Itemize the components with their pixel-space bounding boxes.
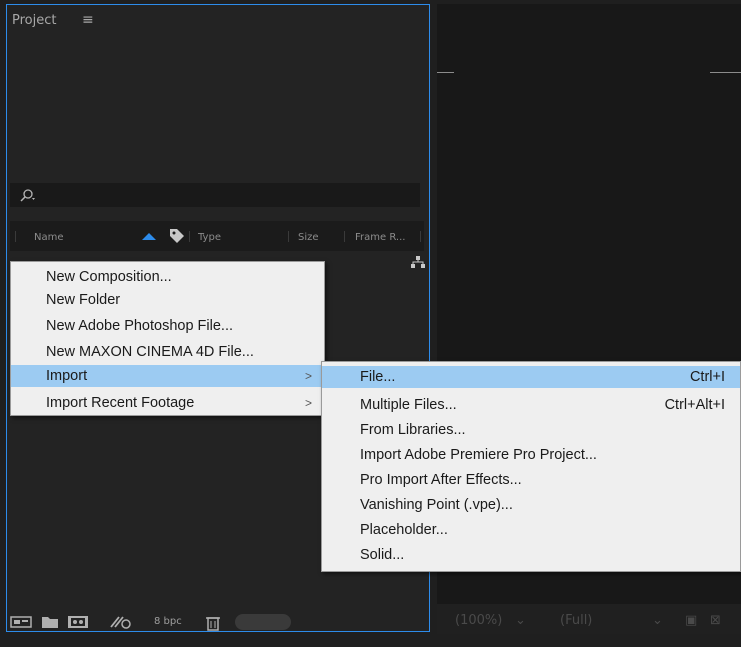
label-tag-icon[interactable] (169, 228, 185, 244)
menu-item-solid[interactable]: Solid... (322, 544, 740, 566)
menu-item-file[interactable]: File... Ctrl+I (322, 366, 740, 388)
menu-item-import-premiere-project[interactable]: Import Adobe Premiere Pro Project... (322, 444, 740, 466)
submenu-arrow-icon: > (304, 369, 312, 383)
shortcut-label: Ctrl+I (689, 369, 725, 385)
panel-title[interactable]: Project (12, 13, 56, 28)
transparency-grid-icon[interactable]: ⊠ (710, 613, 721, 628)
chevron-down-icon[interactable]: ⌄ (652, 613, 663, 628)
new-composition-icon[interactable] (67, 615, 89, 629)
render-progress (235, 614, 291, 630)
menu-item-new-folder[interactable]: New Folder (11, 289, 324, 311)
bit-depth-button[interactable]: 8 bpc (154, 616, 182, 627)
new-folder-icon[interactable] (41, 615, 59, 629)
column-header: Name Type Size Frame R... (10, 221, 424, 251)
menu-item-from-libraries[interactable]: From Libraries... (322, 419, 740, 441)
menu-item-multiple-files[interactable]: Multiple Files... Ctrl+Alt+I (322, 394, 740, 416)
viewer-divider (710, 72, 741, 73)
menu-item-pro-import-after-effects[interactable]: Pro Import After Effects... (322, 469, 740, 491)
search-icon[interactable] (20, 188, 38, 207)
hamburger-icon[interactable]: ≡ (82, 12, 94, 28)
chevron-down-icon[interactable]: ⌄ (515, 613, 526, 628)
search-input[interactable] (10, 183, 420, 207)
trash-icon[interactable] (206, 615, 220, 631)
menu-item-vanishing-point[interactable]: Vanishing Point (.vpe)... (322, 494, 740, 516)
shortcut-label: Ctrl+Alt+I (664, 397, 725, 413)
column-size[interactable]: Size (298, 232, 319, 243)
interpret-footage-icon[interactable] (10, 615, 32, 629)
resolution-select[interactable]: (Full) (560, 613, 592, 628)
project-settings-icon[interactable] (110, 615, 132, 629)
menu-item-import[interactable]: Import > (11, 365, 324, 387)
menu-item-new-composition[interactable]: New Composition... (11, 266, 324, 288)
menu-item-new-photoshop-file[interactable]: New Adobe Photoshop File... (11, 315, 324, 337)
snapshot-icon[interactable]: ▣ (685, 613, 697, 628)
submenu-arrow-icon: > (304, 396, 312, 410)
menu-item-new-cinema4d-file[interactable]: New MAXON CINEMA 4D File... (11, 341, 324, 363)
column-type[interactable]: Type (198, 232, 221, 243)
menu-item-import-recent-footage[interactable]: Import Recent Footage > (11, 392, 324, 414)
import-submenu: File... Ctrl+I Multiple Files... Ctrl+Alt+… (321, 361, 741, 572)
column-name[interactable]: Name (34, 232, 64, 243)
sort-ascending-icon[interactable] (141, 232, 157, 241)
menu-item-placeholder[interactable]: Placeholder... (322, 519, 740, 541)
context-menu: New Composition... New Folder New Adobe … (10, 261, 325, 416)
project-toolbar (6, 611, 430, 633)
flowchart-icon[interactable] (411, 254, 425, 273)
viewer-divider (437, 72, 454, 73)
zoom-select[interactable]: (100%) (455, 613, 502, 628)
column-frame-rate[interactable]: Frame R... (355, 232, 405, 243)
